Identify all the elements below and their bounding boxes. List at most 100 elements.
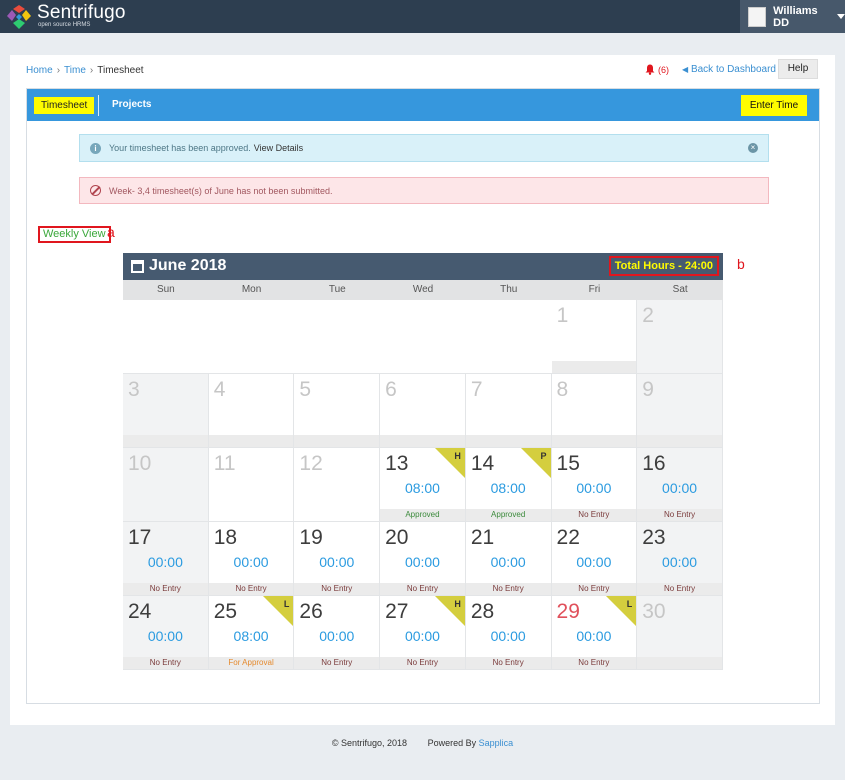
day-hours[interactable]: 00:00 <box>294 554 379 570</box>
tab-projects[interactable]: Projects <box>112 99 151 110</box>
calendar-day-cell[interactable]: 30 <box>637 596 723 670</box>
day-hours[interactable]: 00:00 <box>466 554 551 570</box>
enter-time-button[interactable]: Enter Time <box>741 95 807 116</box>
app-tagline: open source HRMS <box>38 22 91 28</box>
day-hours[interactable]: 00:00 <box>552 480 637 496</box>
day-number: 22 <box>556 526 580 549</box>
calendar-day-cell[interactable]: 26 00:00 No Entry <box>294 596 381 670</box>
day-number: 21 <box>470 526 495 549</box>
calendar-day-cell[interactable]: 9 <box>637 374 723 448</box>
calendar-day-cell[interactable]: 17 00:00 No Entry <box>123 522 209 596</box>
calendar-day-cell[interactable]: 15 00:00 No Entry <box>551 448 638 522</box>
calendar-day-cell[interactable]: 29 L 00:00 No Entry <box>551 596 638 670</box>
day-status <box>637 435 722 447</box>
weekday-wed: Wed <box>412 284 434 295</box>
day-hours[interactable]: 00:00 <box>380 628 465 644</box>
calendar-day-cell[interactable]: 3 <box>123 374 209 448</box>
calendar-day-cell[interactable]: 12 <box>294 448 381 522</box>
footer-copyright: © Sentrifugo, 2018 <box>331 738 408 748</box>
calendar-day-cell[interactable]: 23 00:00 No Entry <box>637 522 723 596</box>
calendar-day-cell[interactable]: 6 <box>380 374 466 448</box>
calendar: June 2018 Total Hours - 24:00 Sun Mon Tue W… <box>123 253 723 670</box>
tab-timesheet[interactable]: Timesheet <box>34 97 95 114</box>
calendar-day-cell[interactable]: 25 L 08:00 For Approval <box>208 596 295 670</box>
close-icon[interactable]: × <box>748 143 758 153</box>
breadcrumb: Home › Time › Timesheet <box>26 65 144 76</box>
day-status <box>380 435 465 447</box>
day-number: 11 <box>213 452 236 475</box>
month-label: June 2018 <box>149 257 227 274</box>
total-hours: Total Hours - 24:00 <box>608 256 719 276</box>
day-status: No Entry <box>551 583 637 595</box>
day-number: 19 <box>299 526 323 549</box>
day-hours[interactable]: 00:00 <box>209 554 294 570</box>
day-hours[interactable]: 00:00 <box>637 554 722 570</box>
breadcrumb-current: Timesheet <box>97 65 144 76</box>
day-status <box>123 435 208 447</box>
day-hours[interactable]: 00:00 <box>380 554 465 570</box>
calendar-day-cell[interactable]: 7 <box>465 374 552 448</box>
calendar-day-cell[interactable]: 5 <box>294 374 381 448</box>
day-status <box>637 657 722 669</box>
day-hours[interactable]: 08:00 <box>380 480 465 496</box>
calendar-day-cell[interactable]: 24 00:00 No Entry <box>123 596 209 670</box>
breadcrumb-time[interactable]: Time <box>64 65 86 76</box>
day-hours[interactable]: 00:00 <box>123 554 208 570</box>
submission-alert-text: Week- 3,4 timesheet(s) of June has not b… <box>109 185 333 196</box>
weekly-view-link[interactable]: Weekly View <box>38 226 111 243</box>
day-number: 24 <box>128 600 152 623</box>
calendar-day-cell[interactable]: 14 P 08:00 Approved <box>465 448 552 522</box>
footer-brand-link[interactable]: Sapplica <box>479 738 514 748</box>
calendar-week: 10 11 12 13 H 08:00 Approved 14 P 08:00 Approved 15… <box>123 448 723 522</box>
logo[interactable]: Sentrifugo open source HRMS <box>6 3 126 30</box>
day-hours[interactable]: 00:00 <box>552 554 637 570</box>
calendar-empty-cell <box>123 300 552 374</box>
view-details-link[interactable]: View Details <box>254 143 303 153</box>
day-status <box>208 435 294 447</box>
calendar-day-cell[interactable]: 2 <box>637 300 723 374</box>
calendar-day-cell[interactable]: 27 H 00:00 No Entry <box>380 596 466 670</box>
day-number: 7 <box>470 378 483 401</box>
day-hours[interactable]: 00:00 <box>637 480 722 496</box>
day-hours[interactable]: 00:00 <box>466 628 551 644</box>
calendar-day-cell[interactable]: 19 00:00 No Entry <box>294 522 381 596</box>
calendar-day-cell[interactable]: 20 00:00 No Entry <box>380 522 466 596</box>
day-hours[interactable]: 08:00 <box>209 628 294 644</box>
calendar-grid: 1 2 3 4 5 6 7 8 9 10 11 12 13 H 08:00 Approved 14 P 08:00 A… <box>123 300 723 670</box>
calendar-day-cell[interactable]: 1 <box>551 300 638 374</box>
day-status: No Entry <box>551 509 637 521</box>
day-status: No Entry <box>380 583 465 595</box>
calendar-day-cell[interactable]: 22 00:00 No Entry <box>551 522 638 596</box>
day-number: 2 <box>642 304 654 327</box>
breadcrumb-home[interactable]: Home <box>26 65 53 76</box>
day-hours[interactable]: 00:00 <box>294 628 379 644</box>
top-bar: Sentrifugo open source HRMS Williams DD <box>0 0 845 33</box>
day-status <box>465 435 551 447</box>
calendar-day-cell[interactable]: 18 00:00 No Entry <box>208 522 295 596</box>
calendar-day-cell[interactable]: 21 00:00 No Entry <box>465 522 552 596</box>
day-status: No Entry <box>380 657 465 669</box>
day-status <box>551 435 637 447</box>
day-hours[interactable]: 08:00 <box>466 480 551 496</box>
day-number: 17 <box>128 526 152 549</box>
day-status: No Entry <box>637 509 722 521</box>
day-number: 5 <box>299 378 312 401</box>
timesheet-content: Timesheet Projects Enter Time i Your tim… <box>26 88 820 704</box>
breadcrumb-separator: › <box>89 65 94 76</box>
calendar-day-cell[interactable]: 13 H 08:00 Approved <box>380 448 466 522</box>
day-hours[interactable]: 00:00 <box>123 628 208 644</box>
notifications[interactable]: (6) <box>645 64 669 75</box>
day-hours[interactable]: 00:00 <box>552 628 637 644</box>
calendar-week: 12 <box>123 300 723 374</box>
weekday-fri: Fri <box>588 284 601 295</box>
back-to-dashboard-link[interactable]: ◀ Back to Dashboard <box>682 64 776 75</box>
help-button[interactable]: Help <box>778 59 818 79</box>
day-number: 16 <box>642 452 666 475</box>
calendar-day-cell[interactable]: 16 00:00 No Entry <box>637 448 723 522</box>
calendar-day-cell[interactable]: 4 <box>208 374 295 448</box>
calendar-day-cell[interactable]: 10 <box>123 448 209 522</box>
calendar-day-cell[interactable]: 8 <box>551 374 638 448</box>
calendar-day-cell[interactable]: 11 <box>208 448 295 522</box>
user-menu[interactable]: Williams DD <box>740 0 845 33</box>
calendar-day-cell[interactable]: 28 00:00 No Entry <box>465 596 552 670</box>
